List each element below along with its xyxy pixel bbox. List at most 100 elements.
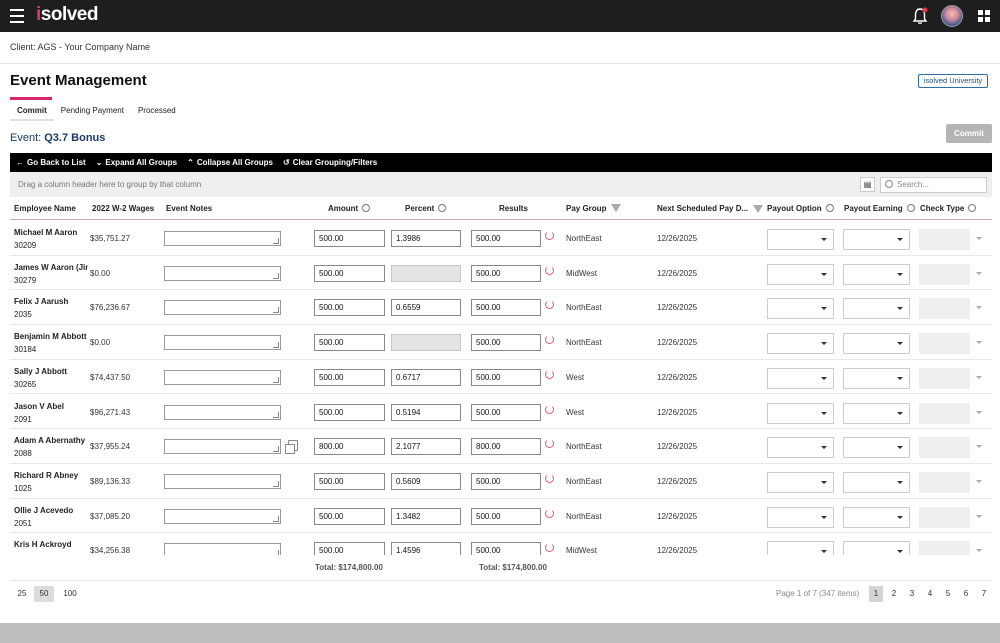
payout-option-select[interactable] — [767, 298, 834, 320]
results-input[interactable]: 500.00 — [471, 334, 541, 352]
page-size-100[interactable]: 100 — [60, 586, 80, 602]
col-results[interactable]: Results — [499, 204, 528, 213]
percent-input[interactable]: 2.1077 — [391, 438, 461, 456]
user-avatar[interactable] — [941, 5, 963, 27]
undo-icon[interactable] — [545, 265, 554, 275]
percent-input[interactable]: 1.3482 — [391, 507, 461, 525]
undo-icon[interactable] — [545, 543, 554, 553]
payout-earning-select[interactable] — [843, 333, 910, 355]
results-input[interactable]: 500.00 — [471, 507, 541, 525]
undo-icon[interactable] — [545, 473, 554, 483]
undo-icon[interactable] — [545, 439, 554, 449]
page-1[interactable]: 1 — [869, 586, 883, 602]
amount-input[interactable]: 500.00 — [314, 299, 385, 317]
event-notes-input[interactable] — [164, 439, 281, 455]
export-icon[interactable]: ▤ — [860, 177, 875, 192]
page-4[interactable]: 4 — [923, 586, 937, 602]
hamburger-menu-icon[interactable] — [10, 9, 24, 23]
page-size-50[interactable]: 50 — [34, 586, 54, 602]
page-2[interactable]: 2 — [887, 586, 901, 602]
page-7[interactable]: 7 — [977, 586, 991, 602]
payout-earning-select[interactable] — [843, 437, 910, 459]
app-grid-icon[interactable] — [978, 10, 990, 22]
isolved-logo[interactable]: isolved — [36, 4, 98, 26]
tab-processed[interactable]: Processed — [131, 105, 183, 121]
payout-earning-select[interactable] — [843, 471, 910, 493]
payout-earning-select[interactable] — [843, 298, 910, 320]
amount-input[interactable]: 500.00 — [314, 368, 385, 386]
page-5[interactable]: 5 — [941, 586, 955, 602]
undo-icon[interactable] — [545, 300, 554, 310]
event-notes-input[interactable] — [164, 369, 281, 385]
payout-option-select[interactable] — [767, 229, 834, 250]
page-6[interactable]: 6 — [959, 586, 973, 602]
clear-filters-button[interactable]: ↺ Clear Grouping/Filters — [283, 158, 377, 167]
group-panel[interactable]: Drag a column header here to group by th… — [10, 172, 992, 197]
payout-option-select[interactable] — [767, 333, 834, 355]
results-input[interactable]: 500.00 — [471, 403, 541, 421]
undo-icon[interactable] — [545, 404, 554, 414]
event-notes-input[interactable] — [164, 335, 281, 351]
payout-earning-select[interactable] — [843, 541, 910, 555]
payout-option-select[interactable] — [767, 402, 834, 424]
amount-input[interactable]: 500.00 — [314, 230, 385, 247]
col-payout-option[interactable]: Payout Option — [767, 204, 834, 213]
event-notes-input[interactable] — [164, 265, 281, 281]
undo-icon[interactable] — [545, 508, 554, 518]
col-amount[interactable]: Amount — [328, 204, 371, 213]
go-back-button[interactable]: ← Go Back to List — [16, 158, 86, 167]
payout-earning-select[interactable] — [843, 229, 910, 250]
isolved-university-button[interactable]: isolved University — [918, 74, 988, 88]
results-input[interactable]: 800.00 — [471, 438, 541, 456]
percent-input[interactable]: 1.4596 — [391, 542, 461, 555]
tab-commit[interactable]: Commit — [10, 105, 54, 121]
payout-option-select[interactable] — [767, 506, 834, 528]
gear-icon[interactable] — [438, 204, 447, 212]
gear-icon[interactable] — [362, 204, 371, 212]
search-input[interactable]: Search... — [880, 177, 987, 193]
results-input[interactable]: 500.00 — [471, 368, 541, 386]
event-notes-input[interactable] — [164, 473, 281, 489]
undo-icon[interactable] — [545, 335, 554, 345]
payout-earning-select[interactable] — [843, 367, 910, 389]
gear-icon[interactable] — [906, 204, 915, 212]
col-pay-group[interactable]: Pay Group — [566, 204, 622, 213]
payout-option-select[interactable] — [767, 263, 834, 285]
results-input[interactable]: 500.00 — [471, 472, 541, 490]
copy-icon[interactable] — [285, 440, 298, 455]
percent-input[interactable]: 0.5609 — [391, 472, 461, 490]
bell-icon[interactable] — [911, 7, 929, 25]
payout-earning-select[interactable] — [843, 263, 910, 285]
results-input[interactable]: 500.00 — [471, 299, 541, 317]
event-notes-input[interactable] — [164, 404, 281, 420]
collapse-all-button[interactable]: ⌃ Collapse All Groups — [187, 158, 273, 167]
results-input[interactable]: 500.00 — [471, 230, 541, 247]
results-input[interactable]: 500.00 — [471, 264, 541, 282]
col-next-pay-date[interactable]: Next Scheduled Pay D... — [657, 204, 748, 213]
page-3[interactable]: 3 — [905, 586, 919, 602]
undo-icon[interactable] — [545, 369, 554, 379]
amount-input[interactable]: 500.00 — [314, 264, 385, 282]
payout-option-select[interactable] — [767, 367, 834, 389]
col-employee-name[interactable]: Employee Name — [14, 204, 76, 213]
commit-button[interactable]: Commit — [946, 124, 992, 143]
col-payout-earning[interactable]: Payout Earning — [844, 204, 915, 213]
col-event-notes[interactable]: Event Notes — [166, 204, 212, 213]
payout-earning-select[interactable] — [843, 402, 910, 424]
percent-input[interactable]: 0.6717 — [391, 368, 461, 386]
payout-option-select[interactable] — [767, 541, 834, 555]
event-notes-input[interactable] — [164, 543, 281, 555]
amount-input[interactable]: 800.00 — [314, 438, 385, 456]
col-percent[interactable]: Percent — [405, 204, 447, 213]
amount-input[interactable]: 500.00 — [314, 472, 385, 490]
col-check-type[interactable]: Check Type — [920, 204, 977, 213]
filter-icon[interactable] — [753, 205, 763, 213]
payout-option-select[interactable] — [767, 437, 834, 459]
event-notes-input[interactable] — [164, 231, 281, 246]
amount-input[interactable]: 500.00 — [314, 542, 385, 555]
results-input[interactable]: 500.00 — [471, 542, 541, 555]
gear-icon[interactable] — [968, 204, 977, 212]
payout-option-select[interactable] — [767, 471, 834, 493]
undo-icon[interactable] — [545, 231, 554, 240]
col-wages[interactable]: 2022 W-2 Wages — [92, 204, 154, 213]
